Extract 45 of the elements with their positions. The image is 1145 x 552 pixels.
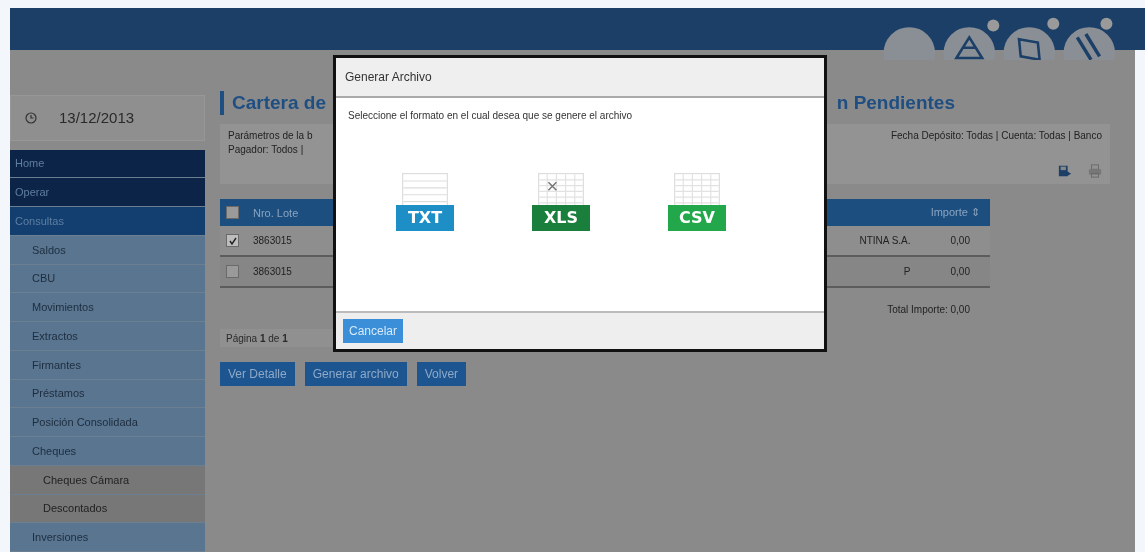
action-button[interactable]: Volver [416, 362, 467, 386]
table-cell: P [903, 266, 911, 277]
sidebar-item[interactable]: Consultas [10, 207, 205, 236]
file-format-button[interactable]: CSV [668, 173, 726, 239]
total-text: Total Importe: 0,00 [887, 304, 970, 315]
action-button[interactable]: Generar archivo [304, 362, 407, 386]
sidebar-item[interactable]: CBU [10, 264, 205, 294]
sidebar-item[interactable]: Home [10, 149, 205, 179]
sidebar-item[interactable]: Descontados [10, 494, 205, 524]
table-cell: 0,00 [950, 266, 970, 277]
sidebar-item[interactable]: Saldos [10, 235, 205, 265]
page-indicator: Página 1 de 1 [226, 332, 288, 344]
parameters-text: Fecha Depósito: Todas | Cuenta: Todas | Banco [890, 130, 1102, 143]
checkbox[interactable] [226, 206, 239, 219]
file-format-button[interactable]: XLS [532, 173, 590, 239]
sidebar-item[interactable]: Extractos [10, 322, 205, 351]
page-title: n Pendientes [836, 92, 955, 114]
dialog-message: Seleccione el formato en el cual desea que se genere el archivo [348, 110, 634, 121]
table-cell: 3863015 [253, 235, 292, 246]
sidebar-item[interactable]: Movimientos [10, 293, 205, 323]
sidebar-item[interactable]: Inversiones [10, 523, 205, 552]
page-title: Cartera de [232, 92, 326, 114]
print-icon[interactable] [1088, 164, 1102, 178]
table-cell: 0,00 [950, 235, 970, 246]
save-icon[interactable] [1058, 164, 1072, 178]
table-cell: NTINA S.A. [859, 235, 911, 246]
file-format-button[interactable]: TXT [396, 173, 454, 239]
date-text: 13/12/2013 [59, 109, 135, 127]
sidebar-item[interactable]: Cheques Cámara [10, 465, 205, 495]
table-cell: 3863015 [253, 266, 292, 277]
checkbox[interactable] [226, 265, 239, 278]
column-header[interactable]: Nro. Lote [253, 206, 299, 219]
checkbox[interactable] [226, 234, 239, 247]
sidebar-item[interactable]: Posición Consolidada [10, 408, 205, 438]
sidebar-item[interactable]: Cheques [10, 437, 205, 466]
parameters-text: Pagador: Todos | [228, 144, 305, 155]
action-button[interactable]: Ver Detalle [220, 362, 295, 386]
sidebar-item[interactable]: Operar [10, 178, 205, 208]
dialog-title: Generar Archivo [345, 70, 432, 84]
sidebar-item[interactable]: Préstamos [10, 379, 205, 409]
parameters-text: Parámetros de la b [228, 130, 313, 141]
clock-icon [25, 111, 37, 124]
column-header[interactable]: Importe ⇕ [930, 206, 980, 219]
cancel-button[interactable]: Cancelar [343, 319, 404, 343]
sidebar-item[interactable]: Firmantes [10, 350, 205, 380]
